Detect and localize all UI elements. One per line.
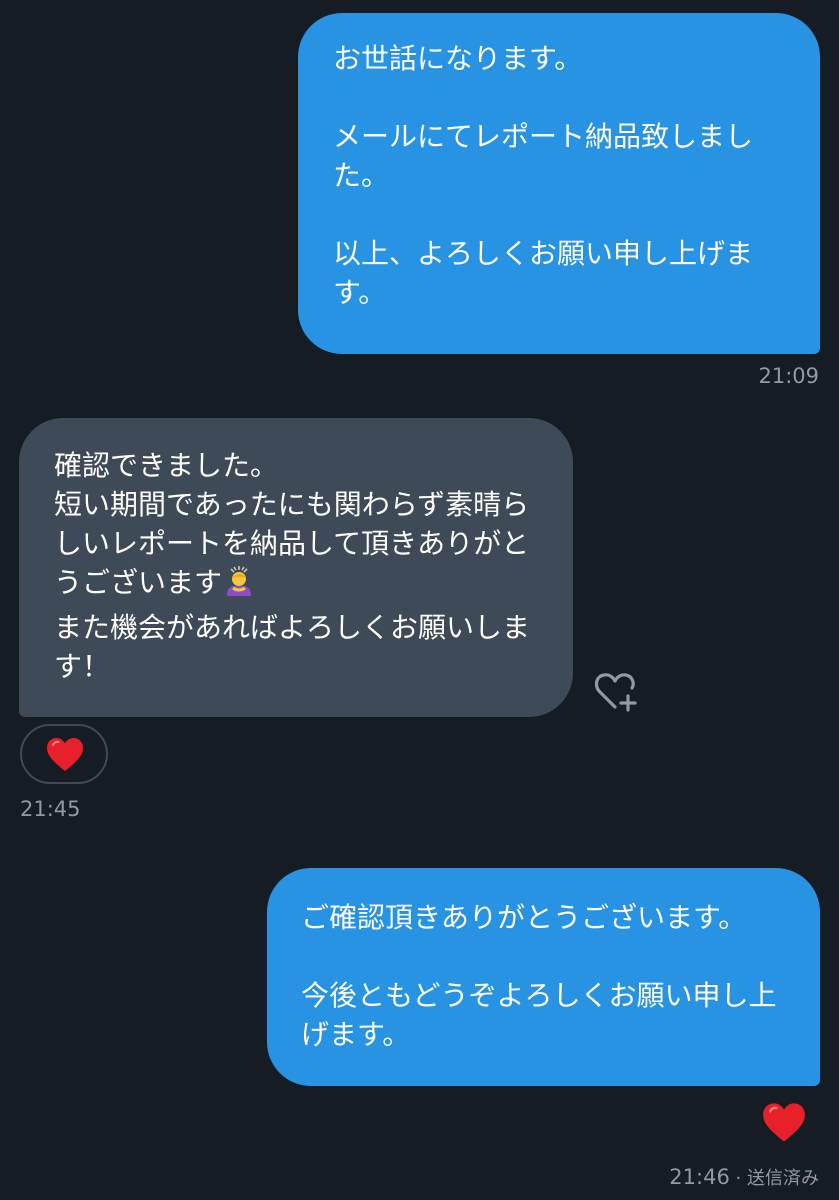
message-text: 確認できました。 短い期間であったにも関わらず素晴らしいレポートを納品して頂きあ… — [54, 449, 530, 599]
message-text-continued: また機会があればよろしくお願いします！ — [54, 611, 531, 683]
message-timestamp: 21:09 — [758, 364, 819, 388]
delivery-status: 送信済み — [747, 1168, 819, 1189]
message-text: ご確認頂きありがとうございます。 今後ともどうぞよろしくお願い申し上げます。 — [301, 901, 777, 1051]
separator-dot: · — [729, 1168, 747, 1189]
message-timestamp: 21:46 — [669, 1165, 730, 1189]
sent-message-bubble[interactable]: お世話になります。 メールにてレポート納品致しました。 以上、よろしくお願い申し… — [298, 13, 820, 354]
sent-message-bubble[interactable]: ご確認頂きありがとうございます。 今後ともどうぞよろしくお願い申し上げます。 — [267, 868, 820, 1086]
received-message-bubble[interactable]: 確認できました。 短い期間であったにも関わらず素晴らしいレポートを納品して頂きあ… — [19, 418, 573, 717]
bowing-person-emoji — [222, 564, 256, 608]
message-timestamp: 21:45 — [20, 797, 81, 821]
heart-emoji — [47, 738, 83, 771]
heart-emoji[interactable] — [762, 1103, 806, 1147]
reaction-pill[interactable] — [20, 724, 108, 784]
message-timestamp-status: 21:46 · 送信済み — [669, 1164, 819, 1190]
heart-plus-icon[interactable] — [594, 671, 640, 717]
message-text: お世話になります。 メールにてレポート納品致しました。 以上、よろしくお願い申し… — [333, 42, 754, 309]
